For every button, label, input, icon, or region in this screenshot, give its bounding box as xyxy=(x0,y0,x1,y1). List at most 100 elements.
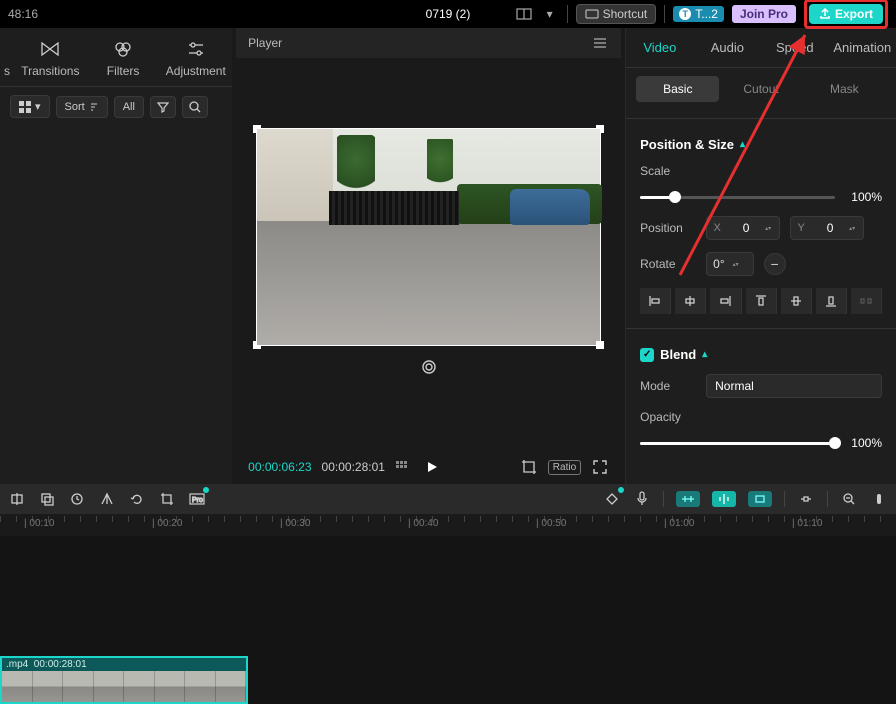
mirror-icon[interactable] xyxy=(98,490,116,508)
player-title: Player xyxy=(248,36,282,50)
align-center-v[interactable] xyxy=(781,288,812,314)
sort-button[interactable]: Sort xyxy=(56,96,108,118)
timecode-left: 48:16 xyxy=(8,7,38,21)
caret-icon: ▴ xyxy=(740,139,745,150)
video-preview[interactable] xyxy=(256,128,601,346)
filter-icon-button[interactable] xyxy=(150,96,176,118)
position-x-input[interactable]: X 0 ▴▾ xyxy=(706,216,780,240)
scale-slider[interactable] xyxy=(640,196,835,199)
ruler-tick: | 00:20 xyxy=(152,518,182,529)
ruler-tick: | 00:30 xyxy=(280,518,310,529)
marker-teal-1[interactable] xyxy=(676,491,700,507)
rotate-icon[interactable] xyxy=(128,490,146,508)
media-panel: s Transitions Filters Adjustment xyxy=(0,28,232,484)
keyframe-icon[interactable] xyxy=(603,490,621,508)
align-distribute xyxy=(851,288,882,314)
position-y-input[interactable]: Y 0 ▴▾ xyxy=(790,216,864,240)
shortcut-label: Shortcut xyxy=(603,7,648,21)
rotate-label: Rotate xyxy=(640,257,696,271)
scale-label: Scale xyxy=(640,164,696,178)
current-time: 00:00:06:23 xyxy=(248,460,311,474)
zoom-out-icon[interactable] xyxy=(840,490,858,508)
compare-toggle-icon[interactable] xyxy=(420,358,438,376)
section-blend[interactable]: ✓ Blend ▴ xyxy=(626,337,896,368)
rotate-input[interactable]: 0° ▴▾ xyxy=(706,252,753,276)
tab-transitions[interactable]: Transitions xyxy=(14,28,87,86)
timeline-tracks[interactable]: .mp4 00:00:28:01 xyxy=(0,536,896,704)
fullscreen-icon[interactable] xyxy=(591,458,609,476)
shortcut-button[interactable]: Shortcut xyxy=(576,4,657,24)
subtab-cutout[interactable]: Cutout xyxy=(719,76,802,102)
align-center-h[interactable] xyxy=(675,288,706,314)
position-label: Position xyxy=(640,221,696,235)
subtab-basic[interactable]: Basic xyxy=(636,76,719,102)
filters-icon xyxy=(91,38,156,60)
copy-icon[interactable] xyxy=(38,490,56,508)
ratio-button[interactable]: Ratio xyxy=(548,460,581,475)
view-grid-button[interactable]: ▾ xyxy=(10,95,50,118)
search-icon xyxy=(189,101,201,113)
caret-icon: ▴ xyxy=(702,349,707,360)
ruler-tick: | 00:10 xyxy=(24,518,54,529)
video-clip[interactable]: .mp4 00:00:28:01 xyxy=(0,656,248,704)
clip-duration: 00:00:28:01 xyxy=(34,659,87,670)
inspector-tab-speed[interactable]: Speed xyxy=(761,28,828,67)
crop-icon[interactable] xyxy=(520,458,538,476)
timeline-toolbar: Pro xyxy=(0,484,896,514)
duration-time: 00:00:28:01 xyxy=(322,460,385,474)
transitions-icon xyxy=(18,38,83,60)
export-highlight-annotation: Export xyxy=(804,0,888,29)
list-view-icon[interactable] xyxy=(395,458,413,476)
layout-icon[interactable] xyxy=(515,5,533,23)
crop-tool-icon[interactable] xyxy=(158,490,176,508)
join-pro-button[interactable]: Join Pro xyxy=(732,5,796,23)
tab-effects-partial[interactable]: s xyxy=(0,28,14,86)
svg-text:Pro: Pro xyxy=(192,497,203,504)
search-button[interactable] xyxy=(182,96,208,118)
tab-adjustment[interactable]: Adjustment xyxy=(159,28,232,86)
inspector-tab-animation[interactable]: Animation xyxy=(829,28,896,67)
inspector-tab-audio[interactable]: Audio xyxy=(694,28,761,67)
snap-icon[interactable] xyxy=(797,490,815,508)
opacity-slider[interactable] xyxy=(640,442,835,445)
marker-teal-3[interactable] xyxy=(748,491,772,507)
inspector-tab-video[interactable]: Video xyxy=(626,28,693,67)
split-icon[interactable] xyxy=(8,490,26,508)
ruler-tick: | 00:40 xyxy=(408,518,438,529)
align-left[interactable] xyxy=(640,288,671,314)
inspector-panel: Video Audio Speed Animation Basic Cutout… xyxy=(625,28,896,484)
filter-all-button[interactable]: All xyxy=(114,96,144,118)
scale-value: 100% xyxy=(851,190,882,204)
ruler-tick: | 00:50 xyxy=(536,518,566,529)
top-bar: 48:16 0719 (2) ▾ Shortcut T T...2 Join P… xyxy=(0,0,896,28)
alignment-row xyxy=(626,282,896,320)
export-icon xyxy=(819,8,831,20)
reverse-icon[interactable] xyxy=(68,490,86,508)
opacity-label: Opacity xyxy=(640,410,696,424)
align-right[interactable] xyxy=(710,288,741,314)
timeline-ruler[interactable]: | 00:10 | 00:20 | 00:30 | 00:40 | 00:50 | 01:… xyxy=(0,514,896,536)
user-badge[interactable]: T T...2 xyxy=(673,6,724,22)
align-bottom[interactable] xyxy=(816,288,847,314)
blend-checkbox[interactable]: ✓ xyxy=(640,348,654,362)
mic-icon[interactable] xyxy=(633,490,651,508)
opacity-value: 100% xyxy=(851,436,882,450)
ruler-tick: | 01:00 xyxy=(664,518,694,529)
align-top[interactable] xyxy=(746,288,777,314)
tab-filters[interactable]: Filters xyxy=(87,28,160,86)
blend-mode-select[interactable]: Normal xyxy=(706,374,882,398)
mode-label: Mode xyxy=(640,379,696,393)
smart-tool-icon[interactable]: Pro xyxy=(188,490,206,508)
rotate-reset-button[interactable]: − xyxy=(764,253,786,275)
export-button[interactable]: Export xyxy=(809,4,883,24)
zoom-slider-handle[interactable] xyxy=(870,490,888,508)
dropdown-caret-icon[interactable]: ▾ xyxy=(541,5,559,23)
subtab-mask[interactable]: Mask xyxy=(803,76,886,102)
play-button[interactable] xyxy=(423,458,441,476)
adjustment-icon xyxy=(163,38,228,60)
clip-filename: .mp4 xyxy=(6,659,28,670)
section-position-size[interactable]: Position & Size ▴ xyxy=(626,127,896,158)
player-menu-icon[interactable] xyxy=(591,34,609,52)
player-panel: Player xyxy=(236,28,621,484)
marker-teal-2[interactable] xyxy=(712,491,736,507)
